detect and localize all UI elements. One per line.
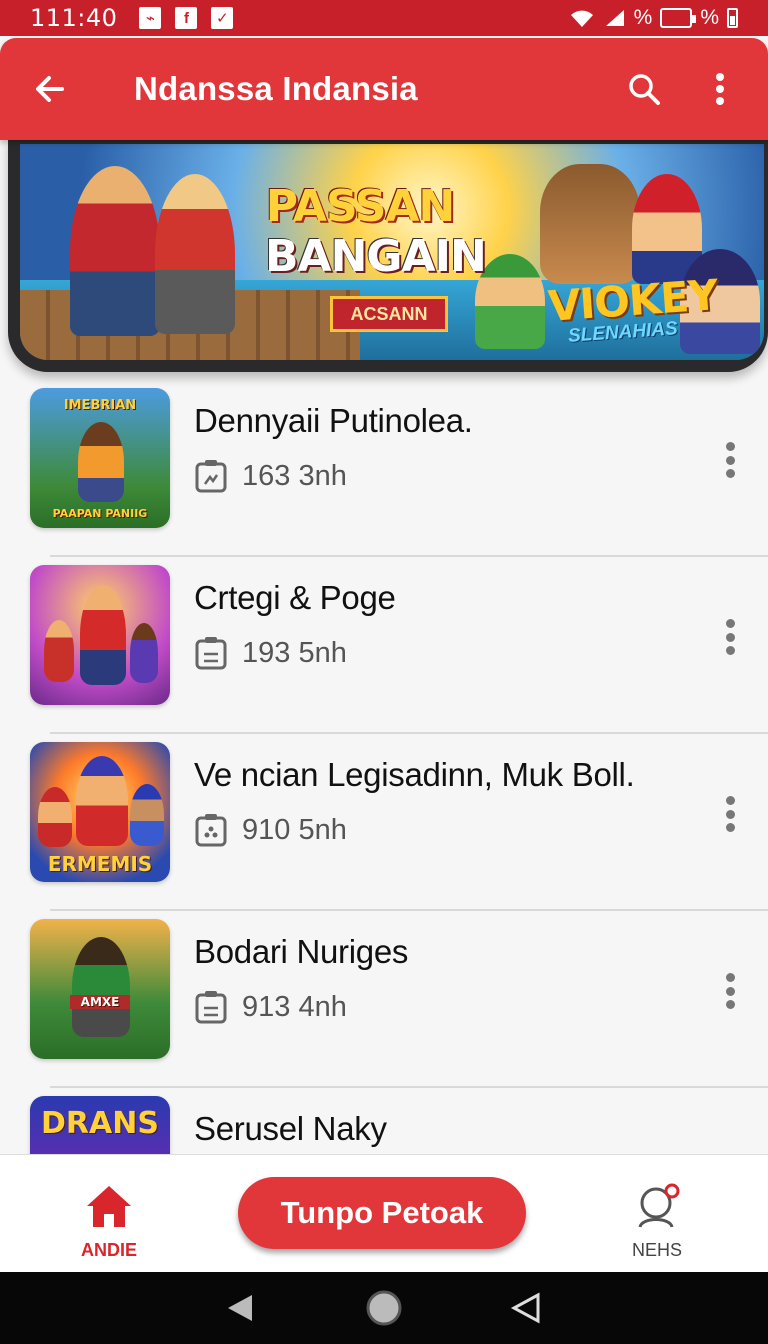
- banner-wolf-figure: [540, 164, 640, 284]
- thumbnail-figure: [72, 937, 130, 1037]
- system-back-button[interactable]: [221, 1288, 261, 1328]
- game-meta-text: 910 5nh: [242, 813, 347, 846]
- primary-action-button[interactable]: Tunpo Petoak: [238, 1177, 526, 1249]
- status-time: 111:40: [30, 4, 118, 32]
- signal-icon: [605, 10, 624, 26]
- battery-percent-text: %: [700, 6, 719, 29]
- status-bar: 111:40 ⌁ f ✓ % %: [0, 0, 768, 36]
- thumbnail-figure: [78, 422, 124, 502]
- more-dot: [725, 823, 735, 832]
- more-dot: [725, 632, 735, 642]
- download-size-icon: [195, 460, 227, 493]
- more-vertical-icon: [716, 73, 724, 105]
- thumbnail-label: IMEBRIAN: [63, 398, 137, 413]
- wifi-icon: [570, 10, 593, 27]
- nav-home-label: ANDIE: [80, 1240, 137, 1260]
- page-title: Ndanssa Indansia: [134, 70, 418, 107]
- download-size-icon: [195, 814, 227, 847]
- banner-hero-figure: [155, 174, 235, 334]
- thumbnail-figure: [80, 585, 126, 685]
- thumbnail-figure: [38, 787, 72, 847]
- home-circle-icon: [366, 1290, 402, 1326]
- document-size-icon: [195, 637, 227, 670]
- more-dot: [725, 986, 735, 996]
- thumbnail-figure: [76, 756, 128, 846]
- bottom-navigation: ANDIE Tunpo Petoak NEHS: [0, 1154, 768, 1272]
- document-size-icon: [195, 991, 227, 1024]
- more-dot: [725, 442, 735, 451]
- thumbnail-label: ERMEMIS: [47, 852, 153, 876]
- app-bar: Ndanssa Indansia: [0, 38, 768, 140]
- thumbnail-figure: [130, 623, 158, 683]
- list-item[interactable]: IMEBRIAN PAAPAN PANIIG Dennyaii Putinole…: [0, 380, 768, 557]
- game-meta-text: 913 4nh: [242, 990, 347, 1023]
- more-dot: [725, 469, 735, 478]
- back-triangle-icon: [228, 1295, 253, 1321]
- item-more-button[interactable]: [718, 969, 742, 1013]
- game-thumbnail: [30, 565, 170, 705]
- game-title: Dennyaii Putinolea.: [194, 402, 473, 439]
- home-icon: [87, 1186, 131, 1227]
- thumbnail-figure: [44, 620, 74, 682]
- list-item[interactable]: Crtegi & Poge 193 5nh: [0, 557, 768, 734]
- recents-triangle-icon: [510, 1292, 540, 1324]
- more-dot: [725, 455, 735, 465]
- more-dot: [725, 809, 735, 819]
- search-icon: [629, 74, 660, 105]
- more-dot: [725, 973, 735, 982]
- more-dot: [725, 1000, 735, 1009]
- game-thumbnail: ERMEMIS: [30, 742, 170, 882]
- status-indicators: % %: [568, 6, 738, 30]
- user-notification-icon: [638, 1183, 680, 1228]
- game-title: Serusel Naky: [194, 1110, 387, 1147]
- list-item[interactable]: ERMEMIS Ve ncian Legisadinn, Muk Boll. 9…: [0, 734, 768, 911]
- item-more-button[interactable]: [718, 615, 742, 659]
- game-title: Ve ncian Legisadinn, Muk Boll.: [194, 756, 635, 793]
- featured-banner[interactable]: PASSAN BANGAIN ACSANN VIOKEY SLENAHIAS: [8, 138, 768, 372]
- game-meta-text: 193 5nh: [242, 636, 347, 669]
- arrow-left-icon: [36, 76, 64, 102]
- nav-news[interactable]: NEHS: [612, 1183, 702, 1261]
- banner-title-line1: PASSAN: [265, 181, 456, 232]
- more-dot: [725, 619, 735, 628]
- list-item[interactable]: DRANS Serusel Naky: [0, 1088, 768, 1154]
- game-title: Crtegi & Poge: [194, 579, 396, 616]
- game-title: Bodari Nuriges: [194, 933, 409, 970]
- banner-image: PASSAN BANGAIN ACSANN VIOKEY SLENAHIAS: [20, 144, 764, 360]
- list-item[interactable]: AMXE Bodari Nuriges 913 4nh: [0, 911, 768, 1088]
- banner-title-line2: BANGAIN: [265, 231, 487, 282]
- game-thumbnail: AMXE: [30, 919, 170, 1059]
- notification-app-icon: f: [175, 7, 198, 29]
- notification-app-icon: ⌁: [139, 7, 162, 29]
- back-button[interactable]: [28, 67, 72, 111]
- game-list: IMEBRIAN PAAPAN PANIIG Dennyaii Putinole…: [0, 380, 768, 1154]
- thumbnail-figure: [130, 784, 164, 846]
- search-button[interactable]: [624, 69, 664, 109]
- battery-icon: [660, 8, 697, 28]
- game-meta-text: 163 3nh: [242, 459, 347, 492]
- banner-tag: ACSANN: [330, 296, 448, 332]
- nav-news-label: NEHS: [631, 1240, 682, 1260]
- system-navigation-bar: [0, 1272, 768, 1344]
- more-dot: [725, 796, 735, 805]
- game-thumbnail: DRANS: [30, 1096, 170, 1154]
- system-home-button[interactable]: [364, 1288, 404, 1328]
- thumbnail-label: AMXE: [70, 995, 130, 1009]
- game-thumbnail: IMEBRIAN PAAPAN PANIIG: [30, 388, 170, 528]
- nav-home[interactable]: ANDIE: [66, 1183, 152, 1261]
- thumbnail-label: DRANS: [41, 1106, 159, 1141]
- battery-small-icon: [727, 8, 738, 28]
- more-dot: [725, 646, 735, 655]
- banner-hero-figure: [70, 166, 160, 336]
- notification-icons: ⌁ f ✓: [139, 7, 234, 29]
- banner-title: PASSAN BANGAIN: [265, 181, 487, 282]
- item-more-button[interactable]: [718, 438, 742, 482]
- battery-percent-text: %: [633, 6, 653, 29]
- notification-check-icon: ✓: [211, 7, 234, 29]
- system-recents-button[interactable]: [507, 1288, 547, 1328]
- item-more-button[interactable]: [718, 792, 742, 836]
- more-options-button[interactable]: [700, 69, 740, 109]
- thumbnail-label: PAAPAN PANIIG: [52, 507, 148, 520]
